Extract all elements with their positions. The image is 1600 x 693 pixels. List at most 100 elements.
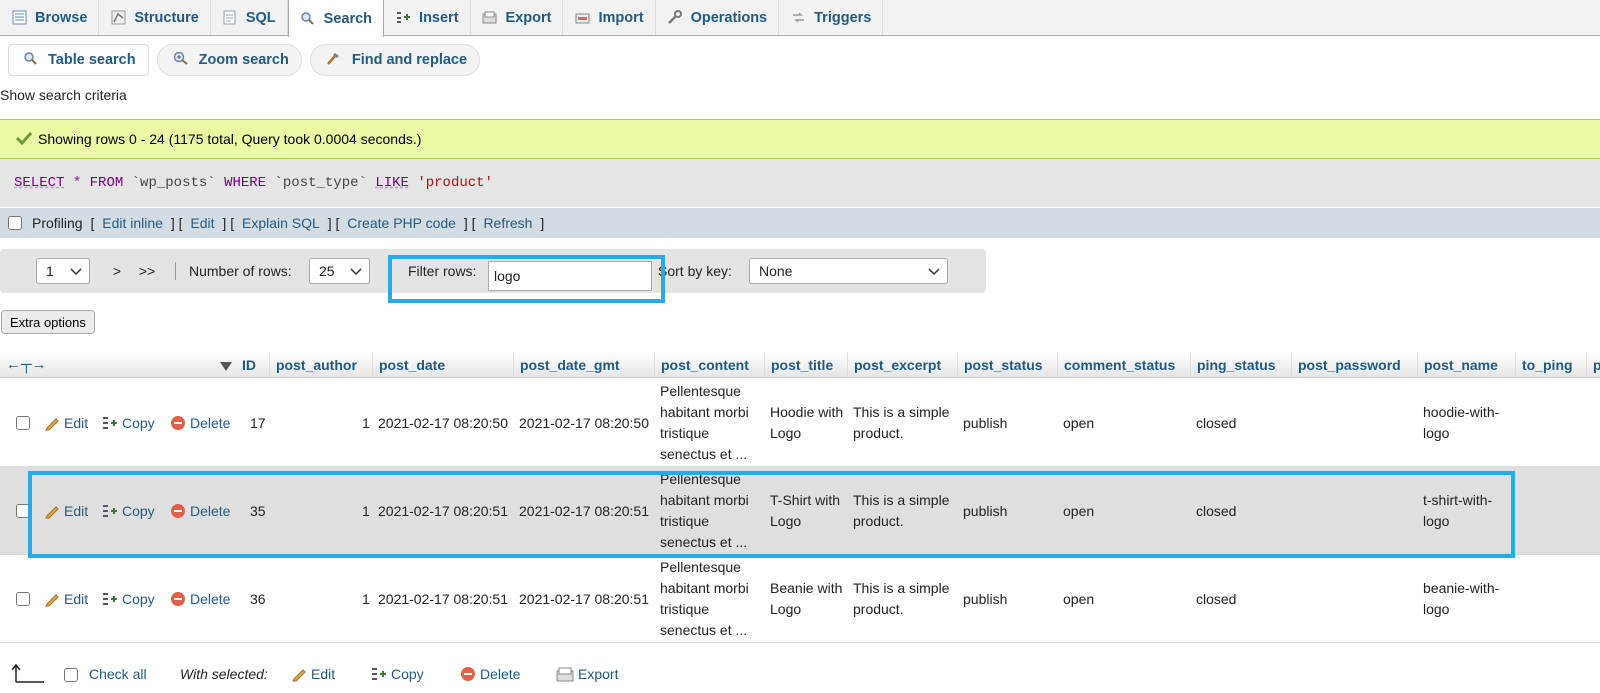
copy-action[interactable]: Copy [96,379,155,467]
edit-action[interactable]: Edit [38,379,88,467]
column-header-post-date-gmt[interactable]: post_date_gmt [513,352,620,378]
show-search-criteria-link[interactable]: Show search criteria [0,87,127,103]
edit-inline-link[interactable]: Edit inline [102,215,163,231]
last-page-button[interactable]: >> [132,254,162,288]
tab-label: Export [505,9,552,26]
cell-ping-status[interactable]: closed [1190,379,1236,467]
bulk-edit-button[interactable]: Edit [291,666,335,682]
column-header-comment-status[interactable]: comment_status [1057,352,1175,378]
tab-export[interactable]: Export [471,0,564,35]
sql-where-keyword: WHERE [224,175,267,191]
edit-query-link[interactable]: Edit [190,215,214,231]
cell-post-author[interactable]: 1 [356,555,370,643]
cell-id[interactable]: 17 [244,379,266,467]
column-header-post-title[interactable]: post_title [764,352,833,378]
cell-to-ping[interactable] [1515,467,1521,555]
sql-select-keyword[interactable]: SELECT [14,175,64,191]
rows-count-select[interactable]: 25 [309,258,370,284]
column-header-to-ping[interactable]: to_ping [1515,352,1573,378]
copy-action[interactable]: Copy [96,555,155,643]
column-header-post-author[interactable]: post_author [269,352,357,378]
tab-operations[interactable]: Operations [656,0,780,35]
cell-post-name[interactable]: beanie-with-logo [1417,555,1513,643]
column-header-post-status[interactable]: post_status [957,352,1043,378]
subtab-table-search[interactable]: Table search [8,44,149,76]
cell-id[interactable]: 36 [244,555,266,643]
tab-structure[interactable]: Structure [99,0,211,35]
sort-by-key-value: None [759,263,793,279]
cell-post-excerpt[interactable]: This is a simple product. [847,379,955,467]
tab-import[interactable]: Import [563,0,656,35]
bracket-text: ] [ [166,215,187,231]
cell-to-ping[interactable] [1515,555,1521,643]
bulk-delete-button[interactable]: Delete [460,666,520,682]
next-page-button[interactable]: > [102,254,132,288]
column-header-post-content[interactable]: post_content [654,352,749,378]
sql-icon [222,10,238,26]
edit-action[interactable]: Edit [38,555,88,643]
cell-post-status[interactable]: publish [957,379,1007,467]
cell-to-ping[interactable] [1515,379,1521,467]
explain-sql-link[interactable]: Explain SQL [242,215,320,231]
cell-post-date[interactable]: 2021-02-17 08:20:51 [372,555,508,643]
cell-post-excerpt[interactable]: This is a simple product. [847,555,955,643]
tab-insert[interactable]: Insert [384,0,471,35]
subtab-zoom-search[interactable]: Zoom search [156,44,302,76]
column-header-post-name[interactable]: post_name [1417,352,1498,378]
sort-options-icon[interactable] [220,359,232,375]
cell-post-content[interactable]: Pellentesque habitant morbi tristique se… [654,379,764,467]
check-all-link[interactable]: Check all [89,666,147,682]
table-row: Edit Copy Delete 36 1 2021-02-17 08:20:5… [0,555,1600,643]
bulk-export-button[interactable]: Export [556,666,618,682]
bracket-text: ] [536,215,545,231]
chevron-down-icon [350,268,362,276]
subtab-find-replace[interactable]: Find and replace [309,44,481,76]
cell-post-password[interactable] [1291,379,1297,467]
column-resize-arrows-icon[interactable]: ←┬→ [6,356,47,373]
tab-label: Insert [419,9,459,26]
column-header-post-date[interactable]: post_date [372,352,445,378]
column-header-post-excerpt[interactable]: post_excerpt [847,352,941,378]
profiling-checkbox[interactable] [8,216,22,230]
column-header-ping-status[interactable]: ping_status [1190,352,1276,378]
extra-options-button[interactable]: Extra options [1,310,95,334]
cell-post-status[interactable]: publish [957,555,1007,643]
refresh-link[interactable]: Refresh [483,215,532,231]
row-checkbox[interactable] [16,592,30,606]
cell-post-date[interactable]: 2021-02-17 08:20:50 [372,379,508,467]
cell-comment-status[interactable]: open [1057,555,1094,643]
cell-post-password[interactable] [1291,555,1297,643]
cell-post-date-gmt[interactable]: 2021-02-17 08:20:50 [513,379,649,467]
delete-action[interactable]: Delete [164,555,230,643]
tab-triggers[interactable]: Triggers [779,0,884,35]
pencil-icon [45,594,59,607]
column-header-post-password[interactable]: post_password [1291,352,1401,378]
row-checkbox-cell [10,555,30,643]
column-header-pinged[interactable]: pi [1586,352,1600,378]
cell-post-author[interactable]: 1 [356,379,370,467]
cell-post-name[interactable]: hoodie-with-logo [1417,379,1513,467]
column-header-id[interactable]: ID [236,352,256,378]
row-checkbox[interactable] [16,416,30,430]
delete-action[interactable]: Delete [164,379,230,467]
bracket-text: [ [86,215,99,231]
tab-search[interactable]: Search [287,0,385,37]
delete-label: Delete [190,590,231,607]
sort-by-key-select[interactable]: None [749,258,948,284]
sql-like-keyword[interactable]: LIKE [375,175,409,191]
cell-post-title[interactable]: Hoodie with Logo [764,379,849,467]
copy-icon [372,668,386,680]
cell-post-title[interactable]: Beanie with Logo [764,555,849,643]
tab-label: Structure [134,9,199,26]
page-select[interactable]: 1 [36,258,90,284]
create-php-code-link[interactable]: Create PHP code [347,215,456,231]
cell-post-date-gmt[interactable]: 2021-02-17 08:20:51 [513,555,649,643]
check-all-checkbox[interactable] [64,668,78,682]
tab-browse[interactable]: Browse [0,0,100,35]
cell-post-content[interactable]: Pellentesque habitant morbi tristique se… [654,555,764,643]
tab-sql[interactable]: SQL [211,0,288,35]
bulk-copy-button[interactable]: Copy [371,666,424,682]
tab-label: Browse [35,9,88,26]
cell-comment-status[interactable]: open [1057,379,1094,467]
cell-ping-status[interactable]: closed [1190,555,1236,643]
